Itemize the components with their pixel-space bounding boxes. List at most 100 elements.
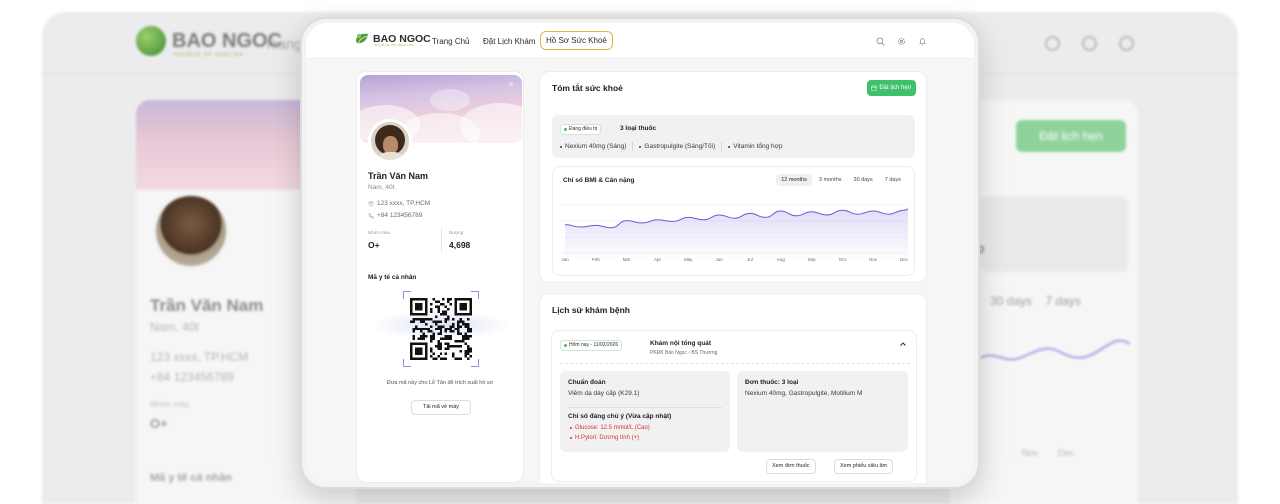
background-code-title: Mã y tế cá nhân — [150, 472, 232, 484]
chart-month-label: Feb — [591, 257, 600, 262]
brand-logo[interactable]: BAO NGOC SOURCE OF HEALING — [354, 31, 431, 47]
history-title: Lịch sử khám bệnh — [552, 305, 630, 315]
chart-month-label: Jun — [715, 257, 723, 262]
background-tabs: 30 days 7 days — [990, 294, 1081, 308]
nav-home[interactable]: Trang Chủ — [432, 37, 470, 46]
leaf-logo-icon — [356, 33, 368, 45]
prescription-box: Đơn thuốc: 3 loại Nexium 40mg, Gastropul… — [737, 371, 908, 452]
brand-tagline: SOURCE OF HEALING — [374, 43, 415, 47]
health-code-title: Mã y tế cá nhân — [368, 274, 417, 281]
chart-month-label: Apr — [653, 257, 661, 262]
chart-month-label: Sep — [807, 257, 816, 262]
visit-date-badge: Hôm nay - 11/02/2026 — [560, 340, 623, 351]
chart-month-label: Jul — [747, 257, 753, 262]
nav-booking[interactable]: Đặt Lịch Khám — [483, 37, 535, 46]
background-tab-7: 7 days — [1045, 294, 1081, 308]
medication-item: Gastropulgite (Sáng/Tối) — [639, 143, 715, 150]
notable-metrics-title: Chỉ số đáng chú ý (Vừa cập nhật) — [568, 413, 672, 420]
qr-caption: Đưa mã này cho Lễ Tân để trích xuất hồ s… — [386, 380, 494, 386]
range-tabs: 12 months 3 months 30 days 7 days — [776, 174, 906, 186]
background-book-button: Đặt lịch hẹn — [1016, 120, 1126, 152]
patient-phone: +84 123456789 — [368, 212, 422, 219]
chart-month-label: Oct — [838, 257, 846, 262]
steps-label: Đượng — [449, 230, 464, 235]
cover-close-icon[interactable]: ✕ — [508, 81, 514, 89]
blood-type-value: O+ — [368, 240, 380, 250]
phone-icon — [368, 212, 374, 218]
view-ultrasound-button[interactable]: Xem phiếu siêu âm — [834, 459, 894, 474]
medication-item: Vitamin tổng hợp — [728, 143, 782, 150]
qr-code-image — [410, 298, 472, 360]
diagnosis-divider — [568, 407, 722, 408]
background-treatment-box: p — [976, 196, 1128, 272]
patient-address: 123 xxxx, TP.HCM — [368, 200, 430, 207]
chart-month-label: Nov — [869, 257, 878, 262]
steps-value: 4,698 — [449, 240, 471, 250]
chart-month-label: May — [684, 257, 693, 262]
patient-name: Trần Văn Nam — [368, 171, 429, 181]
notable-metric: Glucose: 12.5 mmol/L (Cao) — [570, 425, 650, 431]
medical-history-card: Lịch sử khám bệnh Hôm nay - 11/02/2026 K… — [539, 293, 927, 483]
diagnosis-box: Chuẩn đoán Viêm dạ dày cấp (K29.1) Chỉ s… — [560, 371, 730, 452]
patient-gender-age: Nam, 40t — [368, 184, 395, 191]
qr-corner-tr — [471, 291, 479, 299]
stat-divider — [441, 228, 442, 252]
treatment-status-badge: Đang điều trị — [560, 124, 602, 135]
background-month-nov: Nov — [1022, 448, 1039, 458]
book-appointment-button[interactable]: Đặt lịch hẹn — [867, 80, 916, 96]
calendar-icon — [871, 85, 878, 91]
logo-leaf-icon — [136, 26, 166, 56]
search-icon[interactable] — [876, 37, 885, 46]
visit-title: Khám nội tổng quát — [650, 340, 712, 347]
background-blood-label: Nhóm máu — [150, 400, 190, 409]
download-code-button[interactable]: Tải mã về máy — [411, 400, 471, 415]
prescription-title: Đơn thuốc: 3 loại — [745, 379, 799, 386]
gear-icon[interactable] — [897, 37, 906, 46]
view-prescription-button[interactable]: Xem đơn thuốc — [766, 459, 816, 474]
chart-month-label: Aug — [776, 257, 785, 262]
chart-month-label: Jan — [561, 257, 569, 262]
chart-month-label: Mar — [622, 257, 631, 262]
search-icon — [1045, 36, 1060, 51]
notable-metric: H.Pylori: Dương tính (+) — [570, 435, 639, 441]
top-navigation: BAO NGOC SOURCE OF HEALING Trang Chủ Đặt… — [306, 23, 974, 59]
bmi-line-chart — [561, 204, 908, 261]
background-brand-tagline: SOURCE OF HEALING — [174, 52, 245, 58]
medication-item: Nexium 40mg (Sáng) — [560, 143, 626, 150]
treatment-box: Đang điều trị 3 loại thuốc Nexium 40mg (… — [552, 115, 915, 158]
visit-record: Hôm nay - 11/02/2026 Khám nội tổng quát … — [551, 330, 917, 482]
qr-corner-bl — [403, 359, 411, 367]
medication-divider — [721, 142, 723, 151]
address-text: 123 xxxx, TP.HCM — [377, 200, 431, 207]
background-phone: +84 123456789 — [150, 370, 234, 384]
tab-7-days[interactable]: 7 days — [880, 174, 906, 186]
phone-text: +84 123456789 — [377, 212, 423, 219]
app-screen: BAO NGOC SOURCE OF HEALING Trang Chủ Đặt… — [306, 23, 974, 483]
background-chart-line — [980, 339, 1130, 361]
tab-3-months[interactable]: 3 months — [814, 174, 847, 186]
medication-divider — [632, 142, 634, 151]
tab-30-days[interactable]: 30 days — [849, 174, 878, 186]
profile-card: ✕ Trần Văn Nam Nam, 40t 123 xxxx, TP.HCM… — [356, 71, 524, 483]
background-name: Trần Văn Nam — [150, 296, 264, 315]
chart-month-labels: Jan Feb Mar Apr May Jun Jul Aug Sep Oct Nov Dec — [561, 257, 908, 267]
summary-title: Tóm tắt sức khoẻ — [552, 83, 623, 93]
visit-clinic: PKĐK Bảo Ngọc - BS Thương — [650, 350, 718, 356]
diagnosis-text: Viêm dạ dày cấp (K29.1) — [568, 390, 640, 397]
chevron-up-icon[interactable] — [899, 340, 907, 348]
prescription-text: Nexium 40mg, Gastropulgite, Motilium M — [745, 390, 863, 397]
background-months: Nov Dec — [1022, 448, 1074, 458]
qr-corner-br — [471, 359, 479, 367]
background-logo: BAO NGOC SOURCE OF HEALING — [136, 26, 282, 58]
bmi-chart-card: Chỉ số BMI & Cân nặng 12 months 3 months… — [552, 166, 915, 276]
background-tab-30: 30 days — [990, 294, 1033, 308]
health-summary-card: Tóm tắt sức khoẻ Đặt lịch hẹn Đang điều … — [539, 71, 927, 283]
medication-list: Nexium 40mg (Sáng) Gastropulgite (Sáng/T… — [560, 142, 783, 151]
background-nav: Trang — [264, 36, 303, 53]
book-appointment-label: Đặt lịch hẹn — [879, 85, 911, 91]
nav-health-records[interactable]: Hồ Sơ Sức Khoẻ — [540, 31, 613, 50]
gear-icon — [1082, 36, 1097, 51]
bell-icon[interactable] — [918, 37, 927, 46]
chart-area-fill — [565, 209, 908, 261]
tab-12-months[interactable]: 12 months — [776, 174, 812, 186]
